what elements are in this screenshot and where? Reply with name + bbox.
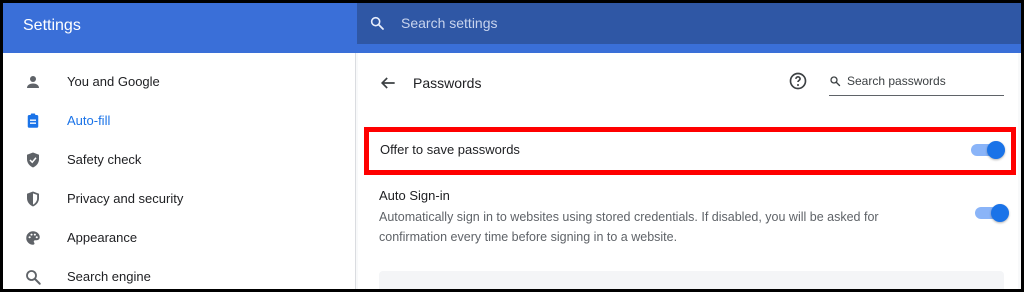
sidebar-item-auto-fill[interactable]: Auto-fill — [3, 101, 355, 140]
sidebar-item-you-and-google[interactable]: You and Google — [3, 62, 355, 101]
search-placeholder: Search settings — [401, 15, 498, 31]
auto-signin-title: Auto Sign-in — [379, 188, 450, 203]
settings-search[interactable]: Search settings — [357, 3, 1021, 44]
toggle-knob — [987, 141, 1005, 159]
main-content: Passwords Search passwords Offer to save… — [356, 53, 1021, 289]
sidebar-item-label: Auto-fill — [67, 113, 111, 128]
sidebar-item-label: Search engine — [67, 269, 151, 284]
offer-to-save-row: Offer to save passwords — [364, 127, 1016, 175]
palette-icon — [23, 228, 43, 248]
sidebar-item-label: You and Google — [67, 74, 160, 89]
person-icon — [23, 72, 43, 92]
search-icon — [370, 16, 384, 30]
help-icon[interactable] — [788, 71, 808, 91]
sidebar-item-label: Appearance — [67, 230, 138, 245]
offer-to-save-toggle[interactable] — [971, 141, 1005, 159]
shield-check-icon — [23, 150, 43, 170]
search-placeholder: Search passwords — [847, 74, 946, 88]
sidebar-item-safety-check[interactable]: Safety check — [3, 140, 355, 179]
password-search-input[interactable]: Search passwords — [829, 69, 1004, 96]
search-icon — [830, 76, 841, 87]
offer-to-save-label: Offer to save passwords — [380, 142, 520, 157]
sidebar-item-privacy-and-security[interactable]: Privacy and security — [3, 179, 355, 218]
shield-icon — [23, 189, 43, 209]
back-arrow-icon[interactable] — [378, 73, 398, 93]
passwords-card: Passwords Search passwords Offer to save… — [358, 53, 1018, 289]
sidebar-item-label: Safety check — [67, 152, 142, 167]
app-title: Settings — [23, 17, 81, 34]
toggle-knob — [991, 204, 1009, 222]
sidebar-item-label: Privacy and security — [67, 191, 184, 206]
saved-passwords-placeholder — [379, 271, 1004, 289]
auto-signin-description: Automatically sign in to websites using … — [379, 210, 879, 244]
clipboard-icon — [23, 111, 43, 131]
sidebar-item-search-engine[interactable]: Search engine — [3, 257, 355, 289]
search-icon — [23, 267, 43, 287]
sidebar: You and Google Auto-fill Safety check Pr… — [3, 53, 356, 289]
page-title: Passwords — [413, 75, 482, 91]
sidebar-item-appearance[interactable]: Appearance — [3, 218, 355, 257]
settings-window: Settings Search settings You and Google … — [3, 3, 1021, 289]
top-bar: Settings Search settings — [3, 3, 1021, 53]
auto-signin-toggle[interactable] — [975, 204, 1009, 222]
